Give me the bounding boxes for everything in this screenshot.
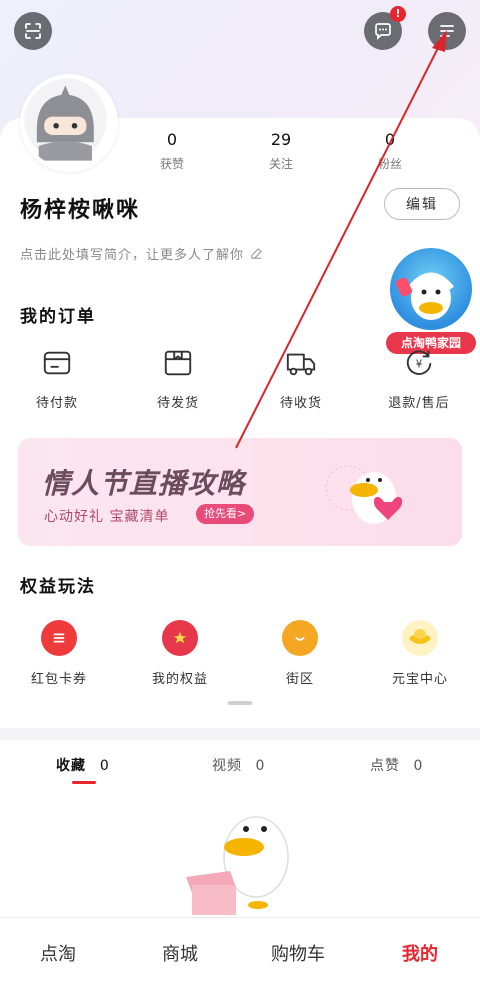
svg-text:¥: ¥ — [416, 359, 423, 371]
duck-box-icon — [186, 816, 289, 915]
tab-videos-label: 视频 — [212, 758, 242, 774]
order-refund-label: 退款/售后 — [388, 396, 450, 411]
order-row: 待付款 待发货 待收货 ¥ 退款/售后 — [0, 346, 480, 416]
tab-favorites-label: 收藏 — [56, 758, 86, 774]
banner-title: 情人节直播攻略 — [42, 467, 246, 500]
stat-followers[interactable]: 0 粉丝 — [350, 130, 430, 172]
scan-button[interactable] — [14, 12, 52, 50]
stat-likes-label: 获赞 — [159, 157, 184, 171]
coupon-icon — [41, 620, 77, 656]
order-pending-payment[interactable]: 待付款 — [12, 346, 102, 411]
perk-ingot-center-label: 元宝中心 — [391, 672, 448, 687]
menu-button[interactable] — [428, 12, 466, 50]
order-refund[interactable]: ¥ 退款/售后 — [374, 346, 464, 411]
perk-ingot-center[interactable]: 元宝中心 — [370, 620, 470, 687]
message-badge: ! — [390, 6, 406, 22]
stat-following-value: 29 — [270, 130, 292, 149]
banner-subtitle: 心动好礼 宝藏清单 — [44, 509, 170, 525]
nav-mine[interactable]: 我的 — [380, 940, 460, 966]
duck-home-entry[interactable]: 点淘鸭家园 — [386, 248, 476, 358]
stat-followers-label: 粉丝 — [377, 157, 402, 171]
medal-icon — [162, 620, 198, 656]
empty-state-illustration — [180, 805, 310, 917]
nav-cart[interactable]: 购物车 — [258, 940, 338, 966]
bio-field[interactable]: 点击此处填写简介，让更多人了解你 — [20, 244, 263, 263]
nav-diantao[interactable]: 点淘 — [18, 940, 98, 966]
stat-following-label: 关注 — [268, 157, 293, 171]
bottom-nav: 点淘 商城 购物车 我的 — [0, 917, 480, 987]
order-pending-receipt[interactable]: 待收货 — [256, 346, 346, 411]
message-icon — [375, 23, 391, 41]
username: 杨梓桉啾咪 — [20, 198, 141, 223]
tab-favorites[interactable]: 收藏 0 — [56, 755, 110, 775]
message-button[interactable]: ! — [364, 6, 406, 50]
active-tab-indicator — [72, 781, 96, 784]
stat-followers-value: 0 — [384, 130, 396, 149]
tab-likes[interactable]: 点赞 0 — [370, 755, 423, 775]
refund-icon: ¥ — [402, 346, 436, 380]
duck-mascot-icon — [390, 248, 472, 330]
section-divider — [0, 728, 480, 740]
perk-coupons-label: 红包卡券 — [30, 672, 87, 687]
tab-likes-count: 0 — [413, 758, 424, 774]
scan-icon — [25, 23, 41, 39]
duck-heart-icon — [325, 465, 403, 524]
perk-coupons[interactable]: 红包卡券 — [9, 620, 109, 687]
content-tabs: 收藏 0 视频 0 点赞 0 — [0, 755, 480, 795]
ninja-avatar-icon — [24, 78, 107, 161]
box-icon — [161, 346, 195, 380]
stat-likes[interactable]: 0 获赞 — [132, 130, 212, 172]
bio-placeholder: 点击此处填写简介，让更多人了解你 — [20, 248, 245, 263]
wallet-icon — [40, 346, 74, 380]
perk-my-benefits[interactable]: 我的权益 — [130, 620, 230, 687]
stat-likes-value: 0 — [166, 130, 178, 149]
order-pending-payment-label: 待付款 — [35, 396, 78, 411]
perk-my-benefits-label: 我的权益 — [151, 672, 208, 687]
perk-street[interactable]: 街区 — [250, 620, 350, 687]
perks-page-indicator — [228, 701, 252, 705]
tab-videos-count: 0 — [255, 758, 266, 774]
order-pending-shipment[interactable]: 待发货 — [133, 346, 223, 411]
chat-bubble-icon — [282, 620, 318, 656]
avatar[interactable] — [20, 74, 118, 172]
tab-likes-label: 点赞 — [370, 758, 400, 774]
perks-row: 红包卡券 我的权益 街区 元宝中心 — [0, 620, 480, 690]
perks-title: 权益玩法 — [20, 577, 96, 597]
order-pending-shipment-label: 待发货 — [156, 396, 199, 411]
nav-mall[interactable]: 商城 — [140, 940, 220, 966]
edit-pencil-icon — [251, 248, 262, 259]
truck-icon — [284, 346, 318, 380]
stat-following[interactable]: 29 关注 — [241, 130, 321, 172]
menu-icon — [440, 25, 454, 37]
tab-favorites-count: 0 — [99, 758, 110, 774]
banner-cta-button[interactable]: 抢先看> — [196, 504, 255, 524]
edit-profile-button[interactable]: 编辑 — [384, 188, 460, 220]
valentine-live-banner[interactable]: 情人节直播攻略 心动好礼 宝藏清单 抢先看> — [18, 438, 462, 546]
ingot-icon — [402, 620, 438, 656]
tab-videos[interactable]: 视频 0 — [212, 755, 265, 775]
order-pending-receipt-label: 待收货 — [279, 396, 322, 411]
orders-title: 我的订单 — [20, 307, 96, 327]
perk-street-label: 街区 — [285, 672, 314, 687]
